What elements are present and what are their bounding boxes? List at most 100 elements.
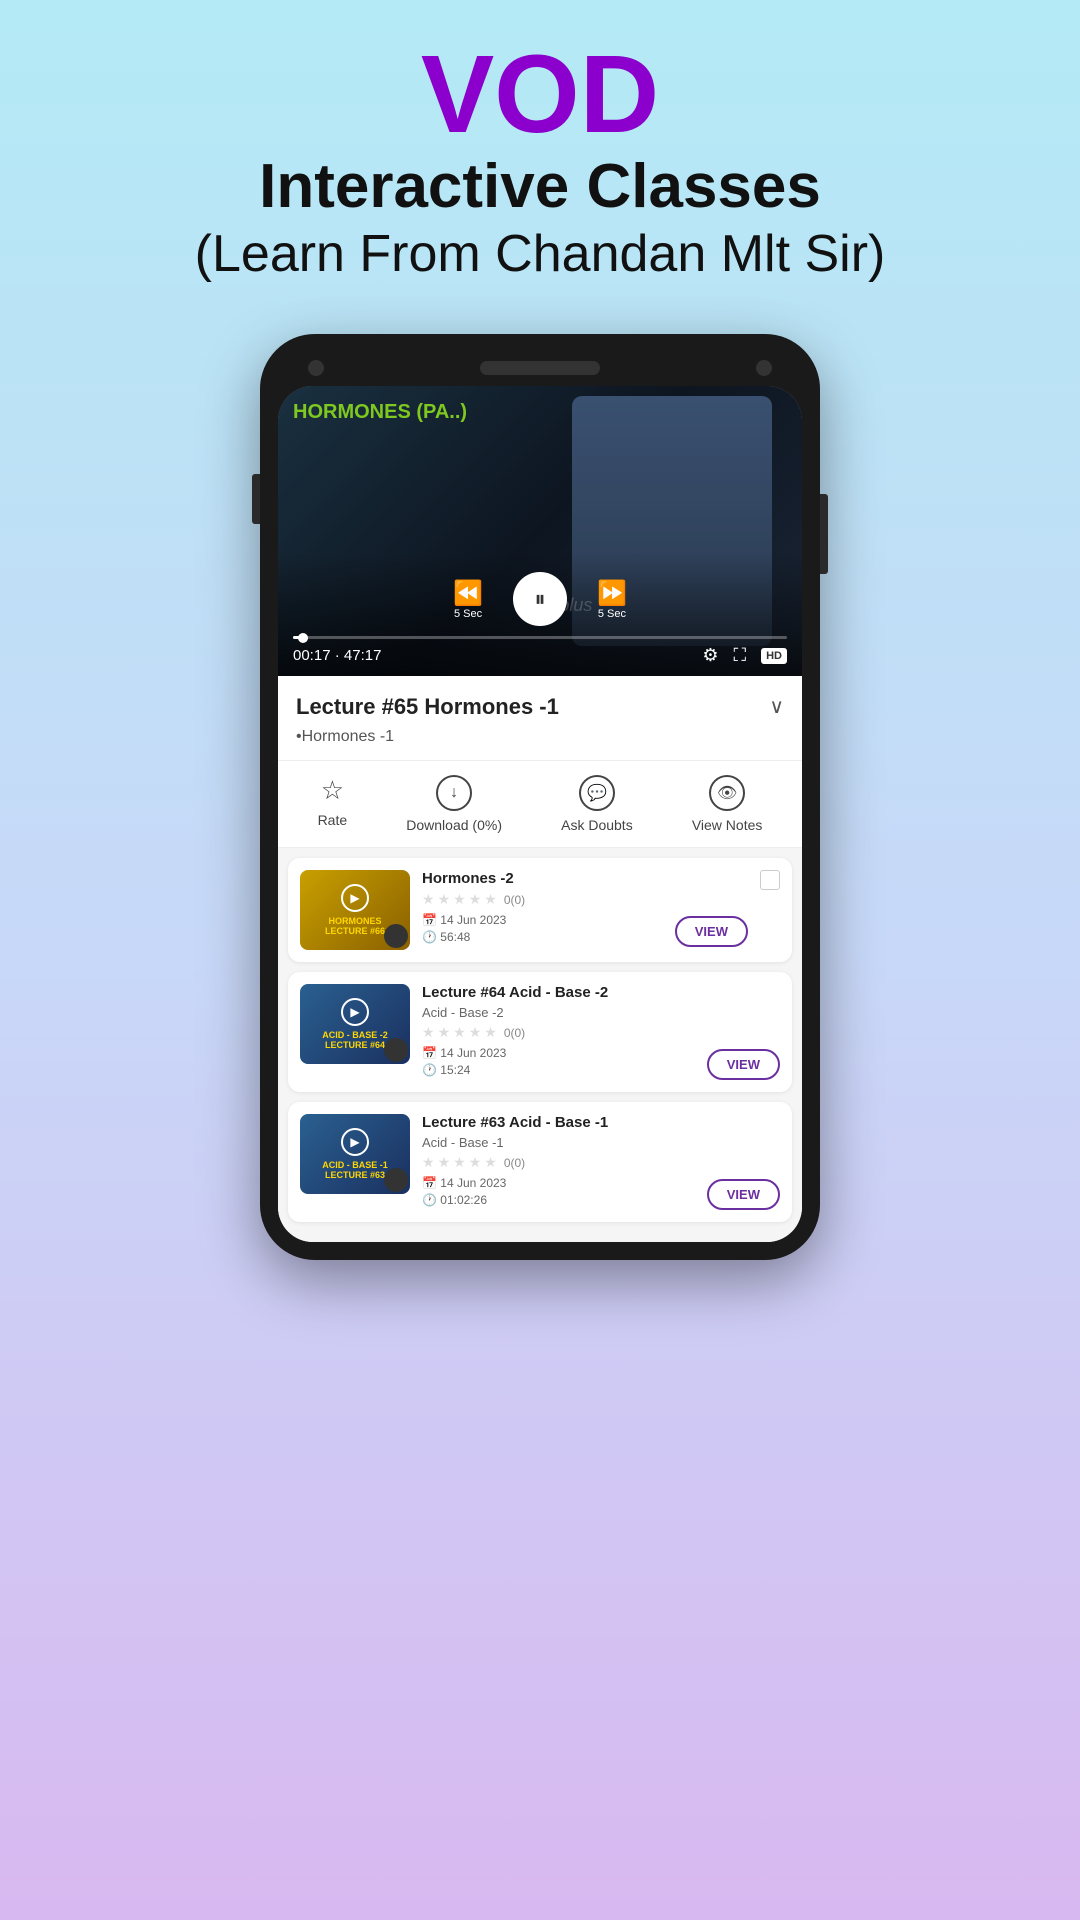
view-notes-label: View Notes (692, 817, 763, 833)
thumbnail-label: ACID - BASE -1LECTURE #63 (322, 1160, 388, 1180)
lecture-date: 📅 14 Jun 2023 (422, 1046, 506, 1060)
lecture-duration: 🕐 01:02:26 (422, 1193, 506, 1207)
volume-button (252, 474, 260, 524)
video-icon-group: ⚙ ⛶ HD (702, 645, 787, 666)
thumbnail-label: HORMONESLECTURE #66 (325, 916, 385, 936)
star-4: ★ (469, 1024, 482, 1041)
lecture-sub-name: Acid - Base -1 (422, 1135, 780, 1150)
video-controls-overlay: ⏪5 Sec ⏸ ⏩5 Sec 00:17 (278, 552, 802, 676)
table-row: ▶ HORMONESLECTURE #66 Hormones -2 ★ ★ ★ … (288, 858, 792, 962)
lecture-sub-name: Acid - Base -2 (422, 1005, 780, 1020)
pause-button[interactable]: ⏸ (513, 572, 567, 626)
lecture-meta-group: 📅 14 Jun 2023 🕐 15:24 (422, 1046, 506, 1080)
notch-speaker (480, 361, 600, 375)
hd-badge: HD (761, 648, 787, 664)
lecture-thumbnail: ▶ ACID - BASE -1LECTURE #63 (300, 1114, 410, 1194)
header-subtitle1: Interactive Classes (20, 150, 1060, 224)
progress-bar[interactable] (293, 636, 787, 639)
lecture-title: Lecture #65 Hormones -1 (296, 694, 559, 720)
table-row: ▶ ACID - BASE -2LECTURE #64 Lecture #64 … (288, 972, 792, 1092)
notch-dot-left (308, 360, 324, 376)
view-button[interactable]: VIEW (707, 1179, 780, 1210)
star-4: ★ (469, 1154, 482, 1171)
forward-button[interactable]: ⏩5 Sec (597, 579, 627, 620)
lecture-meta-group: 📅 14 Jun 2023 🕐 56:48 (422, 913, 506, 947)
phone-body: HORMONES (PA..) RanKplus ⏪5 Sec ⏸ ⏩5 Sec (260, 334, 820, 1260)
star-2: ★ (438, 1154, 451, 1171)
star-5: ★ (484, 1154, 497, 1171)
lecture-name: Hormones -2 (422, 870, 748, 887)
thumbnail-play-icon: ▶ (341, 998, 369, 1026)
phone-mockup: HORMONES (PA..) RanKplus ⏪5 Sec ⏸ ⏩5 Sec (0, 334, 1080, 1260)
eye-icon: 👁 (709, 775, 745, 811)
lecture-info: Hormones -2 ★ ★ ★ ★ ★ 0(0) 📅 14 Jun 2023 (422, 870, 748, 947)
rate-action[interactable]: ☆ Rate (318, 775, 348, 833)
lecture-thumbnail: ▶ HORMONESLECTURE #66 (300, 870, 410, 950)
chat-icon: 💬 (579, 775, 615, 811)
lecture-header: Lecture #65 Hormones -1 ∨ (278, 676, 802, 728)
stars-row: ★ ★ ★ ★ ★ 0(0) (422, 1024, 780, 1041)
thumbnail-play-icon: ▶ (341, 1128, 369, 1156)
star-5: ★ (484, 1024, 497, 1041)
ask-doubts-action[interactable]: 💬 Ask Doubts (561, 775, 633, 833)
phone-screen: HORMONES (PA..) RanKplus ⏪5 Sec ⏸ ⏩5 Sec (278, 386, 802, 1242)
settings-icon[interactable]: ⚙ (702, 645, 718, 666)
lecture-card-bottom: 📅 14 Jun 2023 🕐 56:48 VIEW (422, 912, 748, 947)
star-4: ★ (469, 891, 482, 908)
thumbnail-play-icon: ▶ (341, 884, 369, 912)
lecture-subtitle: •Hormones -1 (278, 728, 802, 760)
thumbnail-label: ACID - BASE -2LECTURE #64 (322, 1030, 388, 1050)
total-time: 47:17 (344, 647, 382, 664)
current-time: 00:17 (293, 647, 331, 664)
header-subtitle2: (Learn From Chandan Mlt Sir) (20, 224, 1060, 284)
lecture-date: 📅 14 Jun 2023 (422, 1176, 506, 1190)
lecture-list: ▶ HORMONESLECTURE #66 Hormones -2 ★ ★ ★ … (278, 848, 802, 1242)
stars-row: ★ ★ ★ ★ ★ 0(0) (422, 891, 748, 908)
view-notes-action[interactable]: 👁 View Notes (692, 775, 763, 833)
chevron-down-icon[interactable]: ∨ (769, 694, 784, 719)
checkbox[interactable] (760, 870, 780, 890)
stars-row: ★ ★ ★ ★ ★ 0(0) (422, 1154, 780, 1171)
lecture-info: Lecture #64 Acid - Base -2 Acid - Base -… (422, 984, 780, 1080)
star-1: ★ (422, 891, 435, 908)
video-player: HORMONES (PA..) RanKplus ⏪5 Sec ⏸ ⏩5 Sec (278, 386, 802, 676)
playback-controls: ⏪5 Sec ⏸ ⏩5 Sec (293, 572, 787, 626)
star-3: ★ (453, 891, 466, 908)
notch-dot-right (756, 360, 772, 376)
lecture-card-bottom: 📅 14 Jun 2023 🕐 15:24 VIEW (422, 1045, 780, 1080)
video-time-display: 00:17 · 47:17 (293, 647, 381, 664)
power-button (820, 494, 828, 574)
lecture-card-bottom: 📅 14 Jun 2023 🕐 01:02:26 VIEW (422, 1175, 780, 1210)
time-separator: · (335, 647, 340, 664)
rating-count: 0(0) (504, 1026, 525, 1040)
download-action[interactable]: ↓ Download (0%) (406, 775, 502, 833)
star-2: ★ (438, 1024, 451, 1041)
star-1: ★ (422, 1154, 435, 1171)
star-5: ★ (484, 891, 497, 908)
download-label: Download (0%) (406, 817, 502, 833)
download-icon: ↓ (436, 775, 472, 811)
view-button[interactable]: VIEW (707, 1049, 780, 1080)
rating-count: 0(0) (504, 893, 525, 907)
rate-label: Rate (318, 812, 348, 828)
table-row: ▶ ACID - BASE -1LECTURE #63 Lecture #63 … (288, 1102, 792, 1222)
fullscreen-icon[interactable]: ⛶ (734, 645, 747, 666)
lecture-name: Lecture #63 Acid - Base -1 (422, 1114, 780, 1131)
view-button[interactable]: VIEW (675, 916, 748, 947)
progress-dot (298, 633, 308, 643)
lecture-info: Lecture #63 Acid - Base -1 Acid - Base -… (422, 1114, 780, 1210)
star-3: ★ (453, 1024, 466, 1041)
video-topic-label: HORMONES (PA..) (293, 401, 467, 424)
phone-notch (278, 352, 802, 386)
star-3: ★ (453, 1154, 466, 1171)
lecture-name: Lecture #64 Acid - Base -2 (422, 984, 780, 1001)
lecture-duration: 🕐 56:48 (422, 930, 506, 944)
star-2: ★ (438, 891, 451, 908)
vod-title: VOD (20, 40, 1060, 150)
star-icon: ☆ (321, 775, 344, 806)
lecture-duration: 🕐 15:24 (422, 1063, 506, 1077)
progress-fill (293, 636, 303, 639)
rewind-button[interactable]: ⏪5 Sec (453, 579, 483, 620)
action-bar: ☆ Rate ↓ Download (0%) 💬 Ask Doubts 👁 Vi… (278, 760, 802, 848)
video-bottom-controls: 00:17 · 47:17 ⚙ ⛶ HD (293, 645, 787, 666)
